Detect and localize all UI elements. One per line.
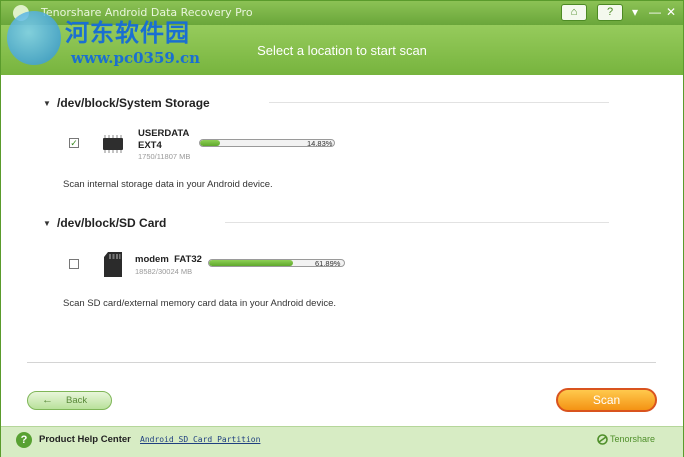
home-icon: ⌂	[570, 6, 578, 18]
close-icon[interactable]: ✕	[666, 5, 676, 19]
partition-name-text: modem	[135, 254, 169, 265]
collapse-caret-icon[interactable]: ▼	[43, 99, 51, 108]
help-button[interactable]: ?	[597, 4, 623, 21]
watermark-url: www.pc0359.cn	[71, 49, 201, 67]
partition-checkbox-userdata[interactable]: ✓	[69, 138, 79, 148]
partition-size: 1750/11807 MB	[138, 152, 191, 161]
menu-dropdown-icon[interactable]: ▾	[632, 5, 638, 19]
usage-bar-fill	[209, 260, 293, 266]
watermark-logo-icon	[7, 11, 61, 65]
back-button[interactable]: ← Back	[27, 391, 112, 410]
partition-size: 18582/30024 MB	[135, 267, 193, 276]
partition-name: modem FAT32	[135, 254, 202, 265]
section-description: Scan internal storage data in your Andro…	[63, 179, 273, 190]
usage-bar-fill	[200, 140, 220, 146]
tenorshare-logo-icon	[597, 434, 608, 445]
content-divider	[27, 362, 656, 363]
collapse-caret-icon[interactable]: ▼	[43, 219, 51, 228]
partition-filesystem: EXT4	[138, 140, 162, 151]
section-description: Scan SD card/external memory card data i…	[63, 298, 336, 309]
partition-name: USERDATA	[138, 128, 190, 139]
back-arrow-icon: ←	[42, 394, 53, 406]
chip-icon	[103, 135, 123, 153]
partition-checkbox-modem[interactable]	[69, 259, 79, 269]
partition-filesystem: FAT32	[174, 254, 202, 265]
usage-percent: 14.83%	[307, 139, 333, 148]
back-button-label: Back	[66, 395, 88, 406]
brand-label: Tenorshare	[610, 434, 656, 444]
help-center-label[interactable]: Product Help Center	[39, 434, 131, 445]
help-icon: ?	[606, 6, 614, 18]
help-circle-icon[interactable]: ?	[16, 432, 32, 448]
section-divider	[269, 102, 609, 103]
minimize-icon[interactable]: —	[649, 5, 661, 19]
watermark-title: 河东软件园	[65, 18, 190, 47]
section-divider	[225, 222, 609, 223]
section-title-system-storage: /dev/block/System Storage	[57, 96, 210, 110]
sd-card-icon	[104, 252, 122, 277]
sd-card-partition-link[interactable]: Android SD Card Partition	[140, 435, 260, 444]
app-window: Tenorshare Android Data Recovery Pro ⌂ ?…	[0, 0, 684, 457]
home-button[interactable]: ⌂	[561, 4, 587, 21]
footer-bar: ? Product Help Center Android SD Card Pa…	[1, 426, 683, 457]
section-title-sd-card: /dev/block/SD Card	[57, 216, 167, 230]
watermark: 河东软件园 www.pc0359.cn	[7, 9, 207, 73]
usage-percent: 61.89%	[315, 259, 341, 268]
scan-button[interactable]: Scan	[556, 388, 657, 412]
